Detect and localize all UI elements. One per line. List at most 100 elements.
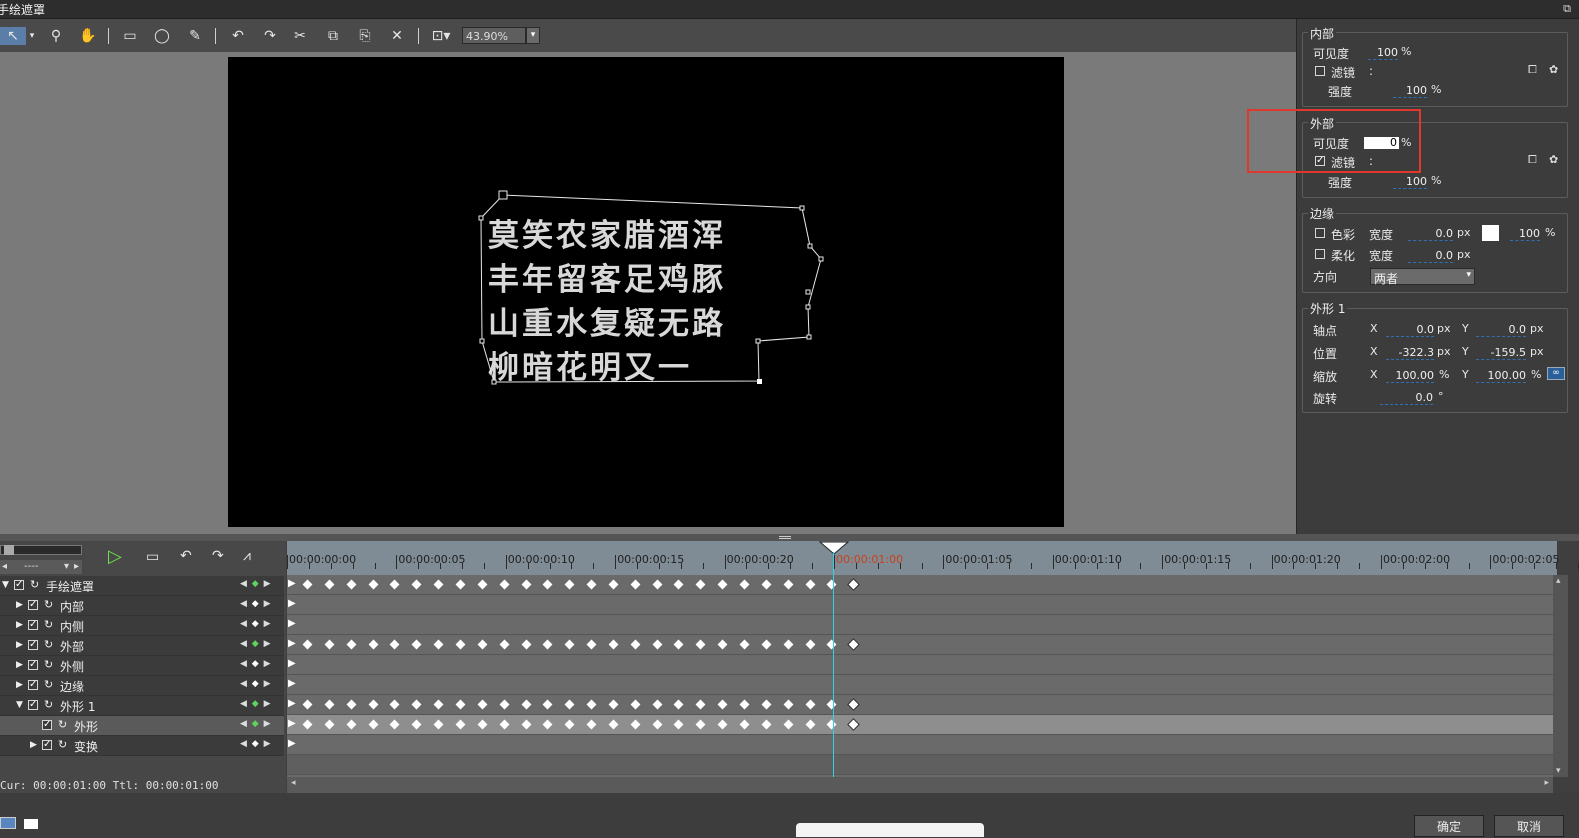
horizontal-scrollbar[interactable]: ◂ ▸ bbox=[287, 777, 1553, 793]
track-enable-checkbox[interactable]: ✓ bbox=[28, 640, 38, 650]
keyframe[interactable] bbox=[761, 579, 772, 590]
keyframe[interactable] bbox=[826, 699, 837, 710]
layout-alt-icon[interactable] bbox=[24, 819, 38, 829]
position-y-value[interactable]: -159.5 bbox=[1476, 346, 1526, 360]
keyframe[interactable] bbox=[761, 699, 772, 710]
keyframe[interactable] bbox=[695, 639, 706, 650]
keyframe-nav-icon[interactable]: ◀ ◆ ▶ bbox=[240, 699, 272, 709]
loop-icon[interactable]: ↻ bbox=[44, 698, 53, 711]
keyframe[interactable] bbox=[542, 579, 553, 590]
expand-toggle-icon[interactable]: ▶ bbox=[16, 660, 23, 670]
keyframe[interactable] bbox=[739, 579, 750, 590]
keyframe[interactable] bbox=[368, 719, 378, 730]
keyframe[interactable] bbox=[324, 639, 335, 650]
track-header[interactable]: ▶ ✓ ↻ 内部 ◀ ◆ ▶ bbox=[0, 596, 284, 616]
track-lane[interactable]: ▶ bbox=[287, 635, 1553, 655]
track-enable-checkbox[interactable]: ✓ bbox=[28, 660, 38, 670]
keyframe[interactable] bbox=[389, 699, 400, 710]
keyframe[interactable] bbox=[324, 579, 335, 590]
keyframe[interactable] bbox=[389, 719, 400, 730]
expand-toggle-icon[interactable]: ▶ bbox=[16, 680, 23, 690]
keyframe[interactable] bbox=[586, 699, 597, 710]
inner-filter-open-icon[interactable]: ⧠ bbox=[1528, 63, 1537, 77]
keyframe[interactable] bbox=[826, 719, 837, 730]
keyframe[interactable] bbox=[542, 639, 553, 650]
track-enable-checkbox[interactable]: ✓ bbox=[28, 680, 38, 690]
redo-icon[interactable]: ↷ bbox=[212, 548, 224, 564]
edge-color-swatch[interactable] bbox=[1482, 225, 1499, 241]
keyframe[interactable] bbox=[673, 579, 684, 590]
inner-strength-value[interactable]: 100 bbox=[1393, 84, 1427, 98]
keyframe-nav-icon[interactable]: ◀ ◆ ▶ bbox=[240, 639, 272, 649]
loop-icon[interactable]: ↻ bbox=[58, 718, 67, 731]
keyframe[interactable] bbox=[542, 699, 553, 710]
splitter-handle[interactable] bbox=[0, 534, 1579, 541]
keyframe[interactable] bbox=[608, 719, 619, 730]
keyframe[interactable] bbox=[368, 639, 378, 650]
link-scale-icon[interactable]: ∞ bbox=[1547, 367, 1565, 380]
scroll-right-icon[interactable]: ▸ bbox=[1544, 778, 1549, 788]
keyframe[interactable] bbox=[608, 699, 619, 710]
track-lane[interactable]: ▶ bbox=[287, 675, 1553, 695]
keyframe[interactable] bbox=[433, 639, 444, 650]
position-x-value[interactable]: -322.3 bbox=[1386, 346, 1434, 360]
keyframe[interactable] bbox=[302, 639, 313, 650]
track-enable-checkbox[interactable]: ✓ bbox=[42, 720, 52, 730]
keyframe[interactable] bbox=[717, 699, 728, 710]
track-header[interactable]: ▶ ✓ ↻ 外部 ◀ ◆ ▶ bbox=[0, 636, 284, 656]
keyframe[interactable] bbox=[826, 579, 837, 590]
keyframe-nav-icon[interactable]: ◀ ◆ ▶ bbox=[240, 679, 272, 689]
keyframe[interactable] bbox=[499, 639, 510, 650]
cancel-button[interactable]: 取消 bbox=[1494, 815, 1564, 837]
track-enable-checkbox[interactable]: ✓ bbox=[14, 580, 24, 590]
loop-icon[interactable]: ↻ bbox=[44, 638, 53, 651]
outer-strength-value[interactable]: 100 bbox=[1393, 175, 1427, 189]
track-header[interactable]: ▶ ✓ ↻ 内侧 ◀ ◆ ▶ bbox=[0, 616, 284, 636]
track-lane[interactable]: ▶ bbox=[287, 735, 1553, 755]
track-lane[interactable]: ▶ bbox=[287, 595, 1553, 615]
expand-toggle-icon[interactable]: ▶ bbox=[30, 740, 37, 750]
keyframe[interactable] bbox=[630, 699, 641, 710]
timeline-tracks[interactable]: ▶ ▶ ▶ ▶ ▶ ▶ ▶ ▶ ▶ bbox=[287, 575, 1553, 777]
edge-soft-width-value[interactable]: 0.0 bbox=[1408, 249, 1453, 263]
keyframe[interactable] bbox=[695, 719, 706, 730]
keyframe[interactable] bbox=[586, 719, 597, 730]
keyframe-nav-icon[interactable]: ◀ ◆ ▶ bbox=[240, 619, 272, 629]
keyframe[interactable] bbox=[739, 639, 750, 650]
track-enable-checkbox[interactable]: ✓ bbox=[42, 740, 52, 750]
track-header[interactable]: ▼ ✓ ↻ 手绘遮罩 ◀ ◆ ▶ bbox=[0, 576, 284, 596]
keyframe[interactable] bbox=[455, 719, 466, 730]
keyframe[interactable] bbox=[499, 699, 510, 710]
timeline-dropdown[interactable]: ◂ ---- ▾ ▸ bbox=[0, 560, 82, 574]
keyframe[interactable] bbox=[630, 579, 641, 590]
keyframe-nav-icon[interactable]: ◀ ◆ ▶ bbox=[240, 659, 272, 669]
keyframe[interactable] bbox=[324, 719, 335, 730]
keyframe[interactable] bbox=[805, 639, 815, 650]
loop-icon[interactable]: ↻ bbox=[44, 618, 53, 631]
vertical-scrollbar[interactable]: ▴ ▾ bbox=[1553, 575, 1568, 777]
keyframe[interactable] bbox=[455, 639, 466, 650]
keyframe-nav-icon[interactable]: ◀ ◆ ▶ bbox=[240, 579, 272, 589]
edge-color-width-value[interactable]: 0.0 bbox=[1408, 227, 1453, 241]
loop-icon[interactable]: ↻ bbox=[30, 578, 39, 591]
keyframe[interactable] bbox=[499, 719, 510, 730]
expand-toggle-icon[interactable]: ▼ bbox=[16, 700, 23, 710]
keyframe[interactable] bbox=[368, 579, 378, 590]
keyframe[interactable] bbox=[630, 719, 641, 730]
keyframe[interactable] bbox=[346, 639, 357, 650]
outer-filter-open-icon[interactable]: ⧠ bbox=[1528, 153, 1537, 167]
keyframe-nav-icon[interactable]: ◀ ◆ ▶ bbox=[240, 739, 272, 749]
keyframe[interactable] bbox=[630, 639, 641, 650]
restore-icon[interactable]: ⧉ bbox=[1563, 2, 1571, 16]
keyframe[interactable] bbox=[521, 699, 531, 710]
scale-y-value[interactable]: 100.00 bbox=[1476, 369, 1526, 383]
keyframe[interactable] bbox=[564, 579, 575, 590]
layout-icon[interactable] bbox=[0, 817, 16, 829]
graph-icon[interactable]: ⩘ bbox=[243, 548, 251, 564]
keyframe[interactable] bbox=[761, 639, 772, 650]
track-enable-checkbox[interactable]: ✓ bbox=[28, 620, 38, 630]
keyframe[interactable] bbox=[652, 639, 663, 650]
keyframe[interactable] bbox=[739, 719, 750, 730]
keyframe[interactable] bbox=[324, 699, 335, 710]
track-header[interactable]: ✓ ↻ 外形 ◀ ◆ ▶ bbox=[0, 716, 284, 736]
